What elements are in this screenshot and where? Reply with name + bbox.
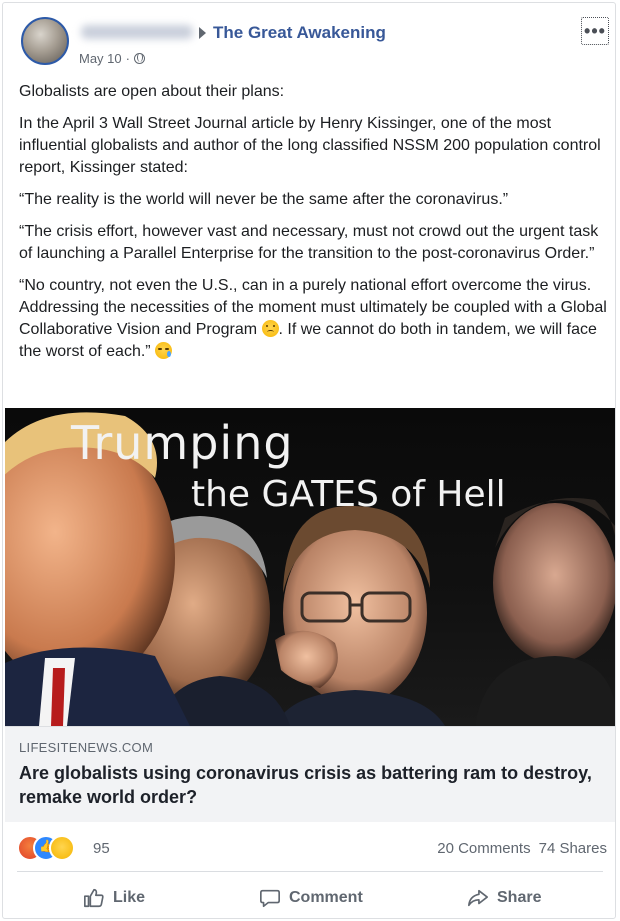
comment-bubble-icon: [260, 889, 280, 908]
image-title-line2: the GATES of Hell: [191, 474, 506, 515]
post-card: The Great Awakening May 10 · ••• Globalis…: [2, 2, 616, 919]
reaction-count[interactable]: 95: [93, 840, 110, 857]
more-options-button[interactable]: •••: [581, 17, 609, 45]
author-avatar[interactable]: [21, 17, 69, 65]
link-preview-box[interactable]: LIFESITENEWS.COM Are globalists using co…: [5, 726, 615, 822]
like-label: Like: [113, 889, 146, 906]
comment-button[interactable]: Comment: [259, 883, 363, 913]
image-title-line1: Trumping: [71, 416, 294, 470]
thumbs-up-icon: [84, 888, 104, 908]
post-meta: May 10 ·: [79, 51, 145, 66]
crying-face-emoji-icon: [155, 342, 173, 359]
post-header: The Great Awakening May 10 · •••: [3, 3, 615, 73]
share-arrow-icon: [468, 889, 488, 907]
post-paragraph: “The crisis effort, however vast and nec…: [19, 223, 599, 262]
group-name-link[interactable]: The Great Awakening: [213, 23, 386, 43]
shares-count-link[interactable]: 74 Shares: [539, 840, 607, 857]
post-text: Globalists are open about their plans: I…: [19, 81, 607, 373]
author-name-blurred[interactable]: [81, 25, 193, 39]
link-title[interactable]: Are globalists using coronavirus crisis …: [19, 761, 599, 809]
sad-face-emoji-icon: [261, 320, 279, 337]
link-preview-image[interactable]: Trumping the GATES of Hell: [5, 408, 615, 726]
link-domain: LIFESITENEWS.COM: [19, 740, 154, 755]
comments-count-link[interactable]: 20 Comments: [437, 840, 530, 857]
sad-reaction-icon[interactable]: [49, 835, 75, 861]
engagement-counts: 20 Comments 74 Shares: [437, 840, 607, 857]
globe-icon[interactable]: [133, 53, 145, 64]
meta-separator: ·: [125, 51, 130, 66]
post-date[interactable]: May 10: [79, 51, 122, 66]
reactions-bar: 95 20 Comments 74 Shares: [17, 835, 607, 861]
action-bar: Like Comment Share: [3, 875, 615, 918]
share-button[interactable]: Share: [467, 883, 541, 913]
portrait-right: [493, 503, 615, 663]
arrow-right-icon: [199, 27, 206, 39]
post-paragraph: Globalists are open about their plans:: [19, 83, 285, 100]
post-paragraph: In the April 3 Wall Street Journal artic…: [19, 115, 601, 176]
post-paragraph-last: “No country, not even the U.S., can in a…: [19, 275, 607, 363]
post-paragraph: “The reality is the world will never be …: [19, 191, 509, 208]
like-button[interactable]: Like: [83, 883, 145, 913]
comment-label: Comment: [289, 889, 363, 906]
share-label: Share: [497, 889, 542, 906]
divider: [17, 871, 603, 872]
